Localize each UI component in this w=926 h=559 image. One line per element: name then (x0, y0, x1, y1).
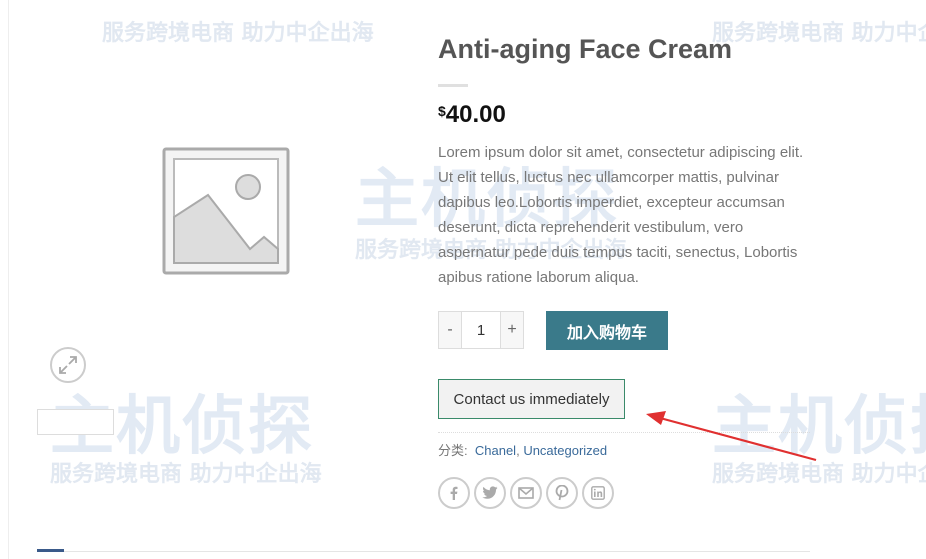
watermark-slogan: 服务跨境电商 助力中企出海 (712, 462, 926, 487)
social-share-icons (438, 477, 614, 509)
linkedin-icon (591, 486, 605, 500)
category-link-chanel[interactable]: Chanel (475, 443, 516, 458)
watermark-brand: 主机侦探 (712, 390, 926, 464)
expand-icon (59, 356, 77, 374)
category-link-uncategorized[interactable]: Uncategorized (523, 443, 607, 458)
active-tab-indicator (37, 549, 64, 552)
quantity-minus-button[interactable]: - (439, 312, 461, 348)
watermark-slogan: 服务跨境电商 助力中企出海 (50, 462, 322, 487)
price-amount: 40.00 (445, 101, 506, 128)
share-twitter-button[interactable] (474, 477, 506, 509)
product-title: Anti-aging Face Cream (438, 34, 733, 64)
share-email-button[interactable] (510, 477, 542, 509)
twitter-icon (482, 486, 498, 499)
product-categories: 分类: Chanel, Uncategorized (438, 440, 607, 459)
category-separator: , (516, 443, 520, 458)
quantity-plus-button[interactable]: + (501, 312, 523, 348)
zoom-button[interactable] (50, 347, 86, 383)
tabs-divider (37, 551, 810, 552)
email-icon (518, 487, 534, 499)
product-price: $40.00 (438, 101, 506, 129)
contact-us-button[interactable]: Contact us immediately (438, 379, 625, 419)
categories-label: 分类: (438, 443, 468, 458)
share-linkedin-button[interactable] (582, 477, 614, 509)
add-to-cart-button[interactable]: 加入购物车 (546, 311, 668, 350)
currency-symbol: $ (438, 103, 446, 119)
image-placeholder-icon (162, 147, 290, 275)
gallery-thumbnail[interactable] (37, 409, 114, 435)
watermark-slogan: 服务跨境电商 助力中企出海 (102, 21, 374, 46)
quantity-stepper: - 1 + (438, 311, 524, 349)
share-pinterest-button[interactable] (546, 477, 578, 509)
meta-divider (438, 432, 810, 433)
facebook-icon (450, 486, 458, 500)
title-divider (438, 84, 468, 87)
pinterest-icon (555, 485, 569, 501)
watermark-slogan: 服务跨境电商 助力中企出海 (712, 21, 926, 46)
quantity-input[interactable]: 1 (461, 312, 501, 348)
share-facebook-button[interactable] (438, 477, 470, 509)
product-description: Lorem ipsum dolor sit amet, consectetur … (438, 144, 804, 286)
gallery-left-border (8, 0, 9, 559)
product-image-placeholder[interactable] (160, 145, 292, 277)
